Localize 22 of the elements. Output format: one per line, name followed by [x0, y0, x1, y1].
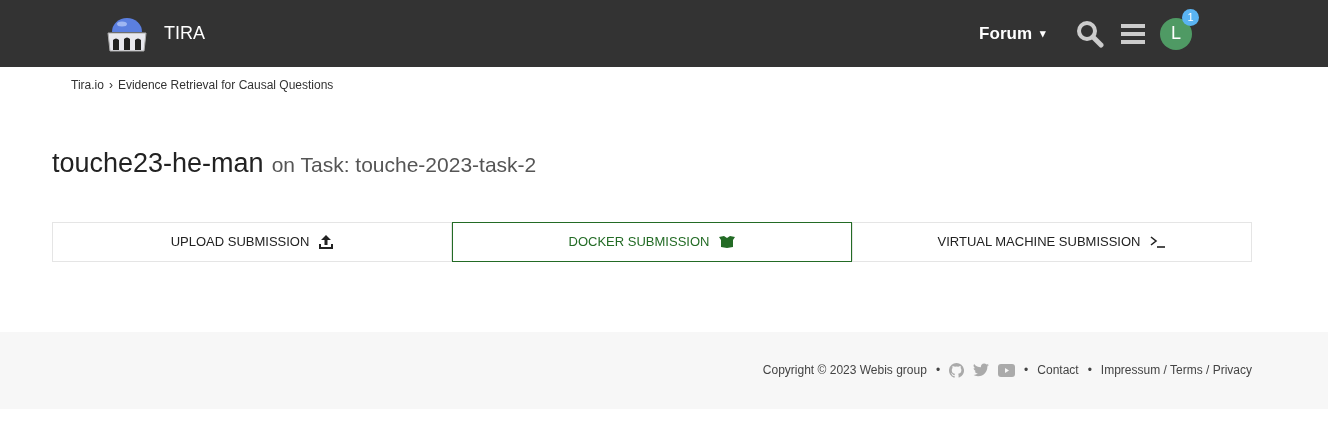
submission-tab[interactable]: DOCKER SUBMISSION	[452, 221, 852, 262]
page-subtitle: on Task: touche-2023-task-2	[271, 152, 537, 178]
breadcrumb-separator: ›	[108, 77, 113, 94]
breadcrumb-link[interactable]: Evidence Retrieval for Causal Questions	[117, 76, 334, 94]
bullet-separator: •	[935, 362, 941, 379]
submission-tab[interactable]: UPLOAD SUBMISSION	[52, 221, 452, 262]
search-icon[interactable]	[1076, 19, 1104, 48]
breadcrumb-link[interactable]: Tira.io	[71, 76, 104, 94]
footer-link[interactable]: Contact	[1037, 361, 1079, 379]
notification-badge: 1	[1182, 8, 1199, 26]
bullet-separator: •	[1024, 362, 1029, 379]
forum-menu[interactable]: Forum ▾	[979, 20, 1046, 47]
menu-icon[interactable]	[1121, 23, 1145, 44]
page-title: touche23-he-man	[52, 147, 264, 180]
bullet-separator: •	[1087, 362, 1092, 379]
terminal-icon	[1150, 235, 1167, 248]
footer-link[interactable]: Impressum / Terms / Privacy	[1100, 361, 1252, 379]
box-icon	[719, 235, 736, 248]
copyright-text: Copyright © 2023 Webis group	[762, 362, 927, 379]
brand-name[interactable]: TIRA	[164, 20, 205, 47]
submission-tab[interactable]: VIRTUAL MACHINE SUBMISSION	[852, 221, 1252, 262]
upload-icon	[319, 234, 334, 249]
